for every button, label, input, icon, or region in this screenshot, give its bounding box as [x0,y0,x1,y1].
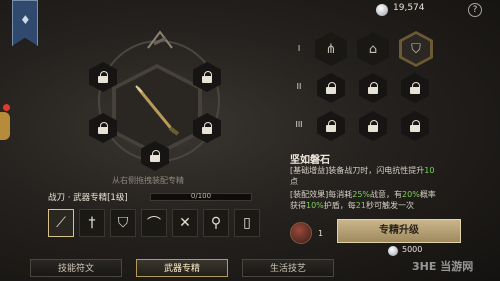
tier1-node-2[interactable]: ⌂ [357,32,389,66]
crossed-swords-icon: ✕ [179,215,191,231]
weapon-slot-crossed-swords[interactable]: ✕ [172,209,198,237]
tier3-node-1[interactable] [317,111,345,141]
ring-ornament-icon [147,30,173,49]
lock-icon [326,82,336,94]
banner-icon: ♦ [20,13,31,27]
side-expand-tab[interactable] [0,112,10,140]
upgrade-button[interactable]: 专精升级 [337,219,461,243]
weapon-slot-sword[interactable]: † [79,209,105,237]
spec-title: 战刀 · 武器专精[1级] [48,193,128,203]
notification-dot [3,104,10,111]
weapon-list: ⟋ † ⛉ ⌒ ✕ ⚲ ▯ [48,209,260,237]
lock-icon [410,120,420,132]
lock-icon [326,120,336,132]
blade-icon: ⟋ [56,215,66,231]
tier3-node-3[interactable] [401,111,429,141]
upgrade-material-icon[interactable] [290,222,312,244]
tier-mark-1: I [297,44,301,53]
lock-icon [202,122,212,134]
bottom-tabs: 技能符文 武器专精 生活技艺 [30,259,334,277]
skill-equip-effect: [装配效果]每消耗25%战意，有20%概率 获得10%护盾，每21秒可触发一次 [290,190,436,210]
staff-icon: ⚲ [210,215,222,231]
upgrade-cost: 5000 [402,245,423,254]
lock-icon [368,82,378,94]
currency-value: 19,574 [393,3,425,13]
tier-mark-2: II [296,82,302,91]
tier1-node-1[interactable]: ⋔ [315,32,347,66]
lock-icon [98,71,108,83]
weapon-slot-scroll[interactable]: ▯ [234,209,260,237]
watermark: 3HE 当游网 [412,260,474,273]
helm-skill-icon: ⌂ [368,41,378,57]
tier3-node-2[interactable] [359,111,387,141]
shield-icon: ⛉ [117,215,129,231]
weapon-slot-staff[interactable]: ⚲ [203,209,229,237]
tier2-node-1[interactable] [317,73,345,103]
bow-icon: ⌒ [147,216,161,232]
cost-coin-icon [388,246,398,256]
lock-icon [98,122,108,134]
lock-icon [150,150,160,162]
weapon-slot-bow[interactable]: ⌒ [141,209,167,237]
tab-skill-runes[interactable]: 技能符文 [30,259,122,277]
tab-weapon-spec[interactable]: 武器专精 [136,259,228,277]
claw-skill-icon: ⋔ [325,41,337,57]
scroll-icon: ▯ [243,215,251,231]
silver-coin-icon [376,4,388,16]
ring-hint: 从右侧拖拽装配专精 [112,176,184,185]
shield-skill-icon: ⛉ [411,41,421,57]
lock-icon [410,82,420,94]
spec-progress-text: 0/100 [190,192,212,200]
tier2-node-2[interactable] [359,73,387,103]
weapon-slot-shield[interactable]: ⛉ [110,209,136,237]
material-count: 1 [318,229,324,238]
lock-icon [202,71,212,83]
help-button[interactable]: ? [468,3,482,17]
tier-mark-3: III [295,120,303,129]
tier1-node-3-selected[interactable]: ⛉ [399,31,433,67]
skill-name: 坚如磐石 [290,155,330,166]
guild-banner: ♦ [12,0,38,46]
tab-life-skills[interactable]: 生活技艺 [242,259,334,277]
tier2-node-3[interactable] [401,73,429,103]
lock-icon [368,120,378,132]
sword-icon: † [88,215,96,231]
skill-base-bonus: [基础增益]装备战刀时，闪电抗性提升10 点 [290,166,435,186]
weapon-slot-blade[interactable]: ⟋ [48,209,74,237]
